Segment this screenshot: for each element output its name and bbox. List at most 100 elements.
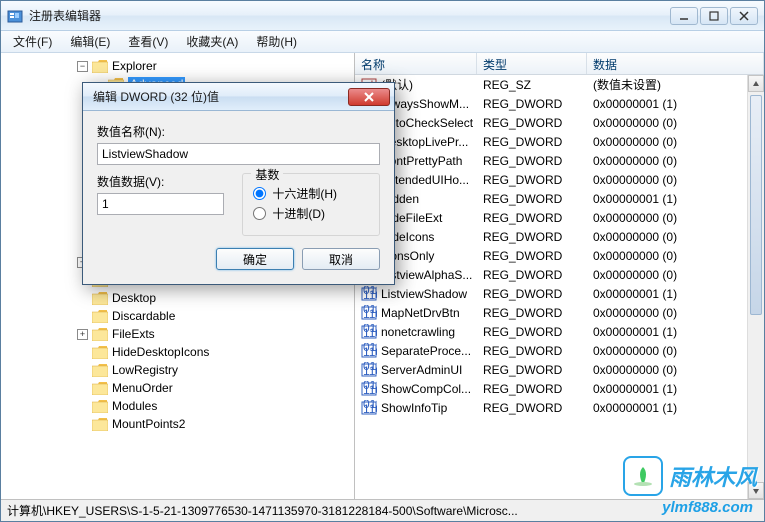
tree-node[interactable]: HideDesktopIcons — [3, 343, 352, 361]
minimize-button[interactable] — [670, 7, 698, 25]
tree-toggle[interactable]: − — [77, 61, 88, 72]
svg-text:110: 110 — [363, 345, 377, 359]
value-type: REG_DWORD — [477, 249, 587, 263]
cancel-button[interactable]: 取消 — [302, 248, 380, 270]
value-type: REG_DWORD — [477, 401, 587, 415]
tree-node[interactable]: − Explorer — [3, 57, 352, 75]
value-type: REG_DWORD — [477, 287, 587, 301]
value-data-input[interactable] — [97, 193, 224, 215]
value-name: nonetcrawling — [381, 325, 455, 339]
watermark-url: ylmf888.com — [662, 499, 753, 516]
value-data: 0x00000000 (0) — [587, 344, 764, 358]
value-data: 0x00000000 (0) — [587, 173, 764, 187]
list-row[interactable]: 011110nonetcrawlingREG_DWORD0x00000001 (… — [355, 322, 764, 341]
value-data: 0x00000001 (1) — [587, 401, 764, 415]
svg-text:110: 110 — [363, 402, 377, 416]
value-name-label: 数值名称(N): — [97, 123, 380, 140]
dialog-title: 编辑 DWORD (32 位)值 — [93, 88, 348, 105]
value-data: 0x00000000 (0) — [587, 211, 764, 225]
tree-label: LowRegistry — [112, 363, 178, 377]
value-data: 0x00000000 (0) — [587, 154, 764, 168]
col-data[interactable]: 数据 — [587, 53, 764, 74]
list-row[interactable]: 011110DontPrettyPathREG_DWORD0x00000000 … — [355, 151, 764, 170]
value-type: REG_DWORD — [477, 135, 587, 149]
list-row[interactable]: ab(默认)REG_SZ(数值未设置) — [355, 75, 764, 94]
watermark-logo — [623, 456, 663, 496]
col-type[interactable]: 类型 — [477, 53, 587, 74]
svg-text:110: 110 — [363, 307, 377, 321]
list-row[interactable]: 011110AlwaysShowM...REG_DWORD0x00000001 … — [355, 94, 764, 113]
value-data-label: 数值数据(V): — [97, 173, 224, 190]
radio-hex[interactable] — [253, 187, 266, 200]
close-button[interactable] — [730, 7, 758, 25]
list-row[interactable]: 011110HideIconsREG_DWORD0x00000000 (0) — [355, 227, 764, 246]
value-type: REG_DWORD — [477, 268, 587, 282]
tree-node[interactable]: Modules — [3, 397, 352, 415]
statusbar: 计算机\HKEY_USERS\S-1-5-21-1309776530-14711… — [1, 499, 764, 521]
tree-toggle[interactable]: + — [77, 329, 88, 340]
vertical-scrollbar[interactable] — [747, 75, 764, 499]
value-type: REG_DWORD — [477, 325, 587, 339]
dialog-titlebar: 编辑 DWORD (32 位)值 — [83, 83, 394, 111]
list-row[interactable]: 011110HiddenREG_DWORD0x00000001 (1) — [355, 189, 764, 208]
value-name-input[interactable] — [97, 143, 380, 165]
value-data: 0x00000000 (0) — [587, 230, 764, 244]
tree-label: Discardable — [112, 309, 175, 323]
radio-dec[interactable] — [253, 207, 266, 220]
list-row[interactable]: 011110ShowInfoTipREG_DWORD0x00000001 (1) — [355, 398, 764, 417]
scroll-thumb[interactable] — [750, 95, 762, 315]
base-group-title: 基数 — [251, 166, 283, 183]
value-name: SeparateProce... — [381, 344, 471, 358]
list-row[interactable]: 011110ListviewShadowREG_DWORD0x00000001 … — [355, 284, 764, 303]
tree-label: Desktop — [112, 291, 156, 305]
status-path: 计算机\HKEY_USERS\S-1-5-21-1309776530-14711… — [7, 502, 518, 519]
list-row[interactable]: 011110SeparateProce...REG_DWORD0x0000000… — [355, 341, 764, 360]
menu-favorites[interactable]: 收藏夹(A) — [178, 31, 246, 52]
list-row[interactable]: 011110ListviewAlphaS...REG_DWORD0x000000… — [355, 265, 764, 284]
svg-text:110: 110 — [363, 326, 377, 340]
ok-button[interactable]: 确定 — [216, 248, 294, 270]
value-type: REG_DWORD — [477, 173, 587, 187]
list-row[interactable]: 011110HideFileExtREG_DWORD0x00000000 (0) — [355, 208, 764, 227]
tree-node[interactable]: Discardable — [3, 307, 352, 325]
watermark: 雨林木风 — [623, 456, 757, 496]
value-name: ServerAdminUI — [381, 363, 462, 377]
value-type: REG_DWORD — [477, 211, 587, 225]
value-data: 0x00000000 (0) — [587, 135, 764, 149]
value-type: REG_DWORD — [477, 306, 587, 320]
maximize-button[interactable] — [700, 7, 728, 25]
value-data: 0x00000001 (1) — [587, 382, 764, 396]
menu-view[interactable]: 查看(V) — [120, 31, 176, 52]
value-data: 0x00000000 (0) — [587, 268, 764, 282]
list-row[interactable]: 011110AutoCheckSelectREG_DWORD0x00000000… — [355, 113, 764, 132]
values-pane[interactable]: 名称 类型 数据 ab(默认)REG_SZ(数值未设置)011110Always… — [355, 53, 764, 499]
value-data: 0x00000000 (0) — [587, 249, 764, 263]
tree-node[interactable]: MenuOrder — [3, 379, 352, 397]
tree-node[interactable]: +FileExts — [3, 325, 352, 343]
svg-text:110: 110 — [363, 364, 377, 378]
radio-dec-label: 十进制(D) — [272, 205, 325, 222]
dialog-close-button[interactable] — [348, 88, 390, 106]
tree-label: Explorer — [112, 59, 157, 73]
value-type: REG_DWORD — [477, 344, 587, 358]
list-row[interactable]: 011110ShowCompCol...REG_DWORD0x00000001 … — [355, 379, 764, 398]
value-data: 0x00000000 (0) — [587, 116, 764, 130]
tree-label: MenuOrder — [112, 381, 173, 395]
tree-node[interactable]: LowRegistry — [3, 361, 352, 379]
app-icon — [7, 8, 23, 24]
col-name[interactable]: 名称 — [355, 53, 477, 74]
list-row[interactable]: 011110ServerAdminUIREG_DWORD0x00000000 (… — [355, 360, 764, 379]
list-row[interactable]: 011110MapNetDrvBtnREG_DWORD0x00000000 (0… — [355, 303, 764, 322]
menu-help[interactable]: 帮助(H) — [248, 31, 305, 52]
list-row[interactable]: 011110IconsOnlyREG_DWORD0x00000000 (0) — [355, 246, 764, 265]
titlebar: 注册表编辑器 — [1, 1, 764, 31]
list-row[interactable]: 011110DesktopLivePr...REG_DWORD0x0000000… — [355, 132, 764, 151]
menubar: 文件(F) 编辑(E) 查看(V) 收藏夹(A) 帮助(H) — [1, 31, 764, 53]
menu-edit[interactable]: 编辑(E) — [62, 31, 118, 52]
tree-node[interactable]: Desktop — [3, 289, 352, 307]
menu-file[interactable]: 文件(F) — [5, 31, 60, 52]
value-data: 0x00000000 (0) — [587, 363, 764, 377]
list-row[interactable]: 011110ExtendedUIHo...REG_DWORD0x00000000… — [355, 170, 764, 189]
tree-node[interactable]: MountPoints2 — [3, 415, 352, 433]
scroll-up-button[interactable] — [748, 75, 764, 92]
